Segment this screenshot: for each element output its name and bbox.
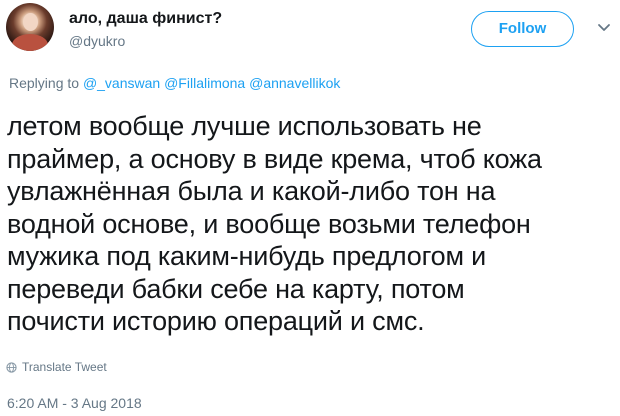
tweet-text-line: переведи бабки себе на карту, потом <box>7 273 465 304</box>
tweet-text-line: праймер, а основу в виде крема, чтоб кож… <box>7 143 542 174</box>
follow-button[interactable]: Follow <box>471 11 574 47</box>
translate-tweet-link[interactable]: Translate Tweet <box>6 360 107 374</box>
replying-to-label: Replying to <box>9 75 80 91</box>
tweet-text-line: водной основе, и вообще возьми телефон <box>7 208 531 239</box>
tweet-text-line: мужика под каким-нибудь предлогом и <box>7 241 487 271</box>
translate-tweet-label: Translate Tweet <box>22 360 107 374</box>
tweet-timestamp[interactable]: 6:20 AM - 3 Aug 2018 <box>7 395 142 411</box>
tweet-text-line: летом вообще лучше использовать не <box>7 111 482 141</box>
replying-to-line: Replying to @_vanswan @Fillalimona @anna… <box>9 75 340 91</box>
display-name[interactable]: ало, даша финист? <box>69 10 222 28</box>
mention-link[interactable]: @Fillalimona <box>164 75 245 91</box>
avatar-face <box>23 13 38 31</box>
mention-link[interactable]: @annavellikok <box>249 75 340 91</box>
user-handle[interactable]: @dyukro <box>69 33 125 49</box>
avatar-shoulders <box>12 34 48 51</box>
mention-link[interactable]: @_vanswan <box>83 75 160 91</box>
avatar[interactable] <box>6 3 54 51</box>
globe-icon <box>6 361 17 373</box>
tweet-text: летом вообще лучше использовать не прайм… <box>7 110 607 338</box>
chevron-down-icon[interactable] <box>596 22 612 34</box>
tweet-text-line: увлажнённая была и какой-либо тон на <box>7 176 496 206</box>
tweet-card: ало, даша финист? @dyukro Follow Replyin… <box>0 0 620 416</box>
tweet-text-line: почисти историю операций и смс. <box>7 306 425 336</box>
